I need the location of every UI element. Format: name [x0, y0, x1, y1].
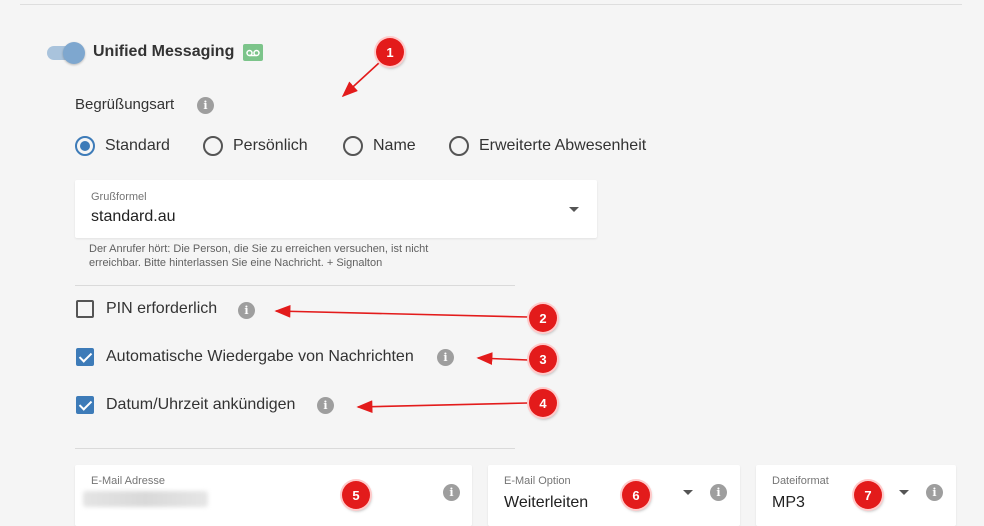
radio-circle: [343, 136, 363, 156]
file-format-label: Dateiformat: [772, 475, 829, 487]
checkbox-label: Automatische Wiedergabe von Nachrichten: [106, 348, 414, 365]
salutation-select[interactable]: Grußformel standard.au: [75, 180, 597, 238]
checkbox-label: PIN erforderlich: [106, 300, 218, 317]
annotation-badge: 3: [529, 345, 557, 373]
checkbox-box: [76, 348, 94, 366]
greeting-type-label: Begrüßungsart: [75, 96, 175, 113]
top-divider: [20, 4, 962, 5]
annotation-badge: 6: [622, 481, 650, 509]
autoplay-info-icon[interactable]: i: [437, 349, 454, 366]
radio-label: Name: [373, 137, 416, 154]
radio-label: Standard: [105, 137, 170, 154]
unified-messaging-title: Unified Messaging: [93, 43, 235, 60]
unified-messaging-toggle[interactable]: [47, 42, 85, 64]
checkbox-box: [76, 396, 94, 414]
chevron-down-icon: [569, 207, 579, 212]
email-info-icon[interactable]: i: [443, 484, 460, 501]
datetime-info-icon[interactable]: i: [317, 397, 334, 414]
email-option-info-icon[interactable]: i: [710, 484, 727, 501]
radio-label: Persönlich: [233, 137, 308, 154]
email-option-select[interactable]: E-Mail Option Weiterleiten: [488, 465, 740, 526]
file-format-value: MP3: [772, 494, 805, 511]
radio-circle: [75, 136, 95, 156]
annotation-badge: 2: [529, 304, 557, 332]
toggle-thumb: [63, 42, 85, 64]
radio-name[interactable]: Name: [343, 136, 416, 156]
annotation-badge: 4: [529, 389, 557, 417]
greeting-info-icon[interactable]: i: [197, 97, 214, 114]
email-option-label: E-Mail Option: [504, 475, 571, 487]
pin-info-icon[interactable]: i: [238, 302, 255, 319]
radio-erweiterte-abwesenheit[interactable]: Erweiterte Abwesenheit: [449, 136, 646, 156]
radio-label: Erweiterte Abwesenheit: [479, 137, 647, 154]
file-format-info-icon[interactable]: i: [926, 484, 943, 501]
radio-persoenlich[interactable]: Persönlich: [203, 136, 308, 156]
chevron-down-icon: [683, 490, 693, 495]
email-address-value-redacted: [83, 491, 208, 507]
checkbox-box: [76, 300, 94, 318]
radio-standard[interactable]: Standard: [75, 136, 170, 156]
salutation-value: standard.au: [91, 208, 176, 225]
voicemail-icon: [243, 44, 263, 61]
radio-circle: [203, 136, 223, 156]
checkbox-autoplay[interactable]: Automatische Wiedergabe von Nachrichten: [76, 348, 414, 366]
annotation-badge: 1: [376, 38, 404, 66]
salutation-hint: Der Anrufer hört: Die Person, die Sie zu…: [89, 243, 429, 269]
chevron-down-icon: [899, 490, 909, 495]
email-option-value: Weiterleiten: [504, 494, 589, 511]
divider: [75, 448, 515, 449]
checkbox-label: Datum/Uhrzeit ankündigen: [106, 396, 296, 413]
salutation-label: Grußformel: [91, 191, 147, 203]
checkbox-pin-required[interactable]: PIN erforderlich: [76, 300, 217, 318]
checkbox-announce-datetime[interactable]: Datum/Uhrzeit ankündigen: [76, 396, 295, 414]
annotation-badge: 7: [854, 481, 882, 509]
radio-circle: [449, 136, 469, 156]
divider: [75, 285, 515, 286]
annotation-badge: 5: [342, 481, 370, 509]
email-address-label: E-Mail Adresse: [91, 475, 165, 487]
